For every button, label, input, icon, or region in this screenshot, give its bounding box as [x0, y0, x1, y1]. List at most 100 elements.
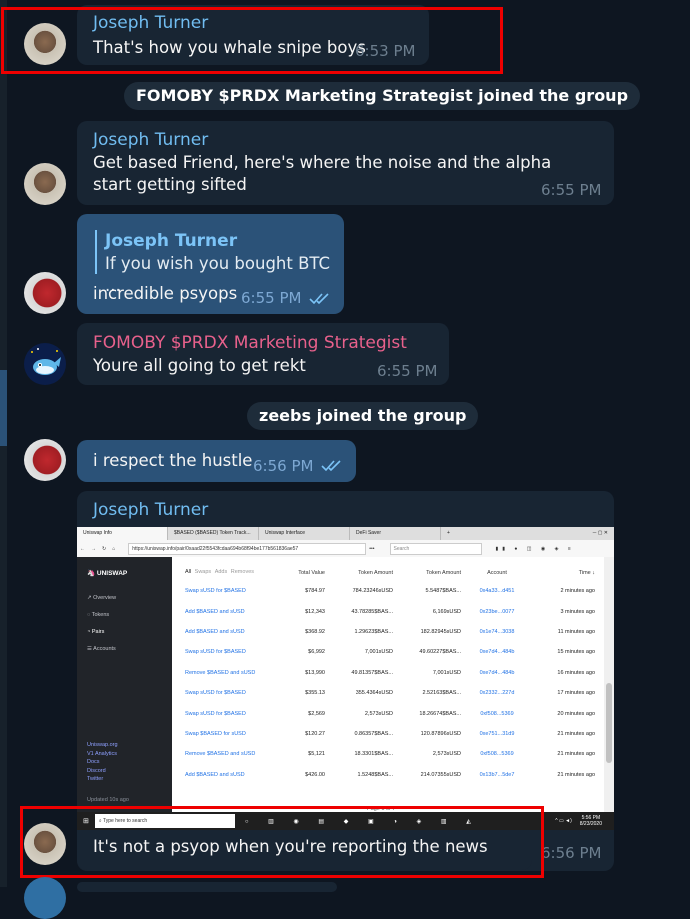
- avatar-partial[interactable]: [24, 877, 66, 919]
- new-tab-button[interactable]: +: [441, 527, 463, 540]
- cell-amount: 0.86357$BAS...: [354, 730, 393, 737]
- tx-link[interactable]: Add $BASED and sUSD: [185, 765, 265, 785]
- page-scrollbar[interactable]: [604, 557, 614, 812]
- column-header[interactable]: Account: [461, 565, 533, 581]
- table-row: Add $BASED and sUSD $426.00 1.5248$BAS... 2…: [185, 765, 595, 785]
- double-check-icon: [321, 460, 341, 472]
- avatar-self[interactable]: [24, 439, 66, 481]
- account-link[interactable]: 0xf508...5369: [461, 744, 533, 764]
- cell-amount: 49.81357$BAS...: [351, 669, 393, 676]
- table-row: Swap sUSD for $BASED $784.97 784.23246sUSD…: [185, 581, 595, 601]
- account-link[interactable]: 0xe7d4...484b: [461, 642, 533, 662]
- cell-value: $13,990: [305, 669, 325, 676]
- uniswap-logo[interactable]: 🦄 UNISWAP: [87, 569, 127, 577]
- nav-accounts[interactable]: ☰ Accounts: [87, 646, 116, 652]
- cell-time: 15 minutes ago: [557, 649, 595, 656]
- sender-name[interactable]: Joseph Turner: [93, 500, 208, 520]
- account-link[interactable]: 0x1e74...3038: [461, 622, 533, 642]
- browser-tab[interactable]: Uniswap Interface: [259, 527, 350, 540]
- column-header[interactable]: Total Value: [265, 565, 325, 581]
- column-header[interactable]: Token Amount: [325, 565, 393, 581]
- account-link[interactable]: 0xf508...5369: [461, 703, 533, 723]
- cell-time: 3 minutes ago: [560, 608, 595, 615]
- tx-link[interactable]: Swap sUSD for $BASED: [185, 642, 265, 662]
- browser-tab[interactable]: Uniswap Info: [77, 527, 168, 540]
- home-icon[interactable]: ⌂: [112, 546, 115, 552]
- scrollbar-thumb[interactable]: [606, 683, 612, 763]
- account-link[interactable]: 0x4a33...d451: [461, 581, 533, 601]
- account-link[interactable]: 0x13b7...5de7: [461, 765, 533, 785]
- message-bubble[interactable]: FOMOBY $PRDX Marketing Strategist Youre …: [77, 323, 449, 385]
- tx-link[interactable]: Swap sUSD for $BASED: [185, 683, 265, 703]
- tx-link[interactable]: Add $BASED and sUSD: [185, 622, 265, 642]
- cell-value: $12,343: [305, 608, 325, 615]
- avatar-joseph-turner[interactable]: [24, 163, 66, 205]
- sender-name[interactable]: Joseph Turner: [93, 130, 208, 150]
- nav-overview[interactable]: ↗ Overview: [87, 595, 116, 601]
- forward-icon[interactable]: →: [91, 546, 96, 552]
- tx-link[interactable]: Swap $BASED for sUSD: [185, 724, 265, 744]
- browser-tab[interactable]: DeFi Saver: [350, 527, 441, 540]
- tx-link[interactable]: Remove $BASED and sUSD: [185, 663, 265, 683]
- back-icon[interactable]: ←: [80, 546, 85, 552]
- window-controls[interactable]: ─ ▢ ✕: [587, 527, 614, 540]
- browser-search-input[interactable]: Search: [389, 542, 482, 555]
- table-row: Swap sUSD for $BASED $2,569 2,573sUSD 18.26…: [185, 703, 595, 723]
- cell-amount: 5.5487$BAS...: [425, 588, 461, 595]
- account-link[interactable]: 0x2332...227d: [461, 683, 533, 703]
- avatar-self[interactable]: [24, 272, 66, 314]
- cell-value: $6,992: [308, 649, 325, 656]
- link[interactable]: Discord: [87, 767, 118, 776]
- tx-link[interactable]: Swap sUSD for $BASED: [185, 581, 265, 601]
- link[interactable]: V1 Analytics: [87, 750, 118, 759]
- sender-name[interactable]: FOMOBY $PRDX Marketing Strategist: [93, 333, 407, 353]
- tx-link[interactable]: Add $BASED and sUSD: [185, 601, 265, 621]
- page-actions-icon[interactable]: •••: [369, 546, 374, 552]
- url-bar[interactable]: https://uniswap.info/pair/0xaad22f5543fc…: [128, 542, 367, 555]
- highlight-box: [20, 806, 544, 878]
- avatar-fomoby[interactable]: [24, 343, 66, 385]
- cell-value: $355.13: [305, 690, 325, 697]
- link[interactable]: Twitter: [87, 775, 118, 784]
- table-row: Add $BASED and sUSD $12,343 43.78285$BAS..…: [185, 601, 595, 621]
- message-time: 6:56 PM: [541, 844, 602, 862]
- cell-time: 11 minutes ago: [557, 628, 595, 635]
- cell-value: $120.27: [305, 730, 325, 737]
- cell-value: $784.97: [305, 588, 325, 595]
- link[interactable]: Uniswap.org: [87, 741, 118, 750]
- taskbar-clock[interactable]: 5:56 PM 8/23/2020: [580, 815, 602, 827]
- tx-link[interactable]: Swap sUSD for $BASED: [185, 703, 265, 723]
- message-bubble[interactable]: Joseph Turner Get based Friend, here's w…: [77, 121, 614, 205]
- table-row: Remove $BASED and sUSD $5,121 18.3301$BAS.…: [185, 744, 595, 764]
- toolbar-icons[interactable]: ▮▮ ● ◫ ◉ ◈ ≡: [496, 546, 575, 552]
- column-header[interactable]: Time ↓: [533, 565, 595, 581]
- message-text: incredible psyops: [93, 284, 238, 303]
- message-bubble-outgoing[interactable]: Joseph Turner If you wish you bought BTC…: [77, 214, 344, 314]
- cell-time: 16 minutes ago: [557, 669, 595, 676]
- account-link[interactable]: 0x23be...0077: [461, 601, 533, 621]
- cell-amount: 355.4364sUSD: [355, 690, 393, 697]
- photo-attachment[interactable]: Uniswap Info $BASED ($BASED) Token Track…: [77, 527, 614, 830]
- account-link[interactable]: 0xe751...31d9: [461, 724, 533, 744]
- account-link[interactable]: 0xe7d4...484b: [461, 663, 533, 683]
- message-bubble-outgoing[interactable]: i respect the hustle 6:56 PM: [77, 440, 356, 482]
- reload-icon[interactable]: ↻: [102, 546, 106, 552]
- cell-amount: 49.60227$BAS...: [419, 649, 461, 656]
- cell-value: $368.92: [305, 628, 325, 635]
- nav-tokens[interactable]: ◌ Tokens: [87, 612, 109, 618]
- reply-sender[interactable]: Joseph Turner: [105, 231, 237, 251]
- link[interactable]: Docs: [87, 758, 118, 767]
- browser-tab[interactable]: $BASED ($BASED) Token Track...: [168, 527, 259, 540]
- message-time: 6:55 PM: [541, 181, 602, 199]
- left-panel-edge: [0, 0, 7, 887]
- unicorn-icon: 🦄: [87, 570, 96, 577]
- tx-link[interactable]: Remove $BASED and sUSD: [185, 744, 265, 764]
- message-bubble-partial: [77, 882, 337, 892]
- cell-amount: 7,001sUSD: [364, 649, 393, 656]
- column-header[interactable]: Token Amount: [393, 565, 461, 581]
- scroll-marker: [0, 370, 7, 446]
- nav-pairs[interactable]: ◔ Pairs: [87, 629, 104, 635]
- cell-amount: 7,001sUSD: [432, 669, 461, 676]
- reply-quote-bar: [95, 230, 97, 274]
- tray-icons[interactable]: ^ ▭ ◄): [555, 818, 571, 824]
